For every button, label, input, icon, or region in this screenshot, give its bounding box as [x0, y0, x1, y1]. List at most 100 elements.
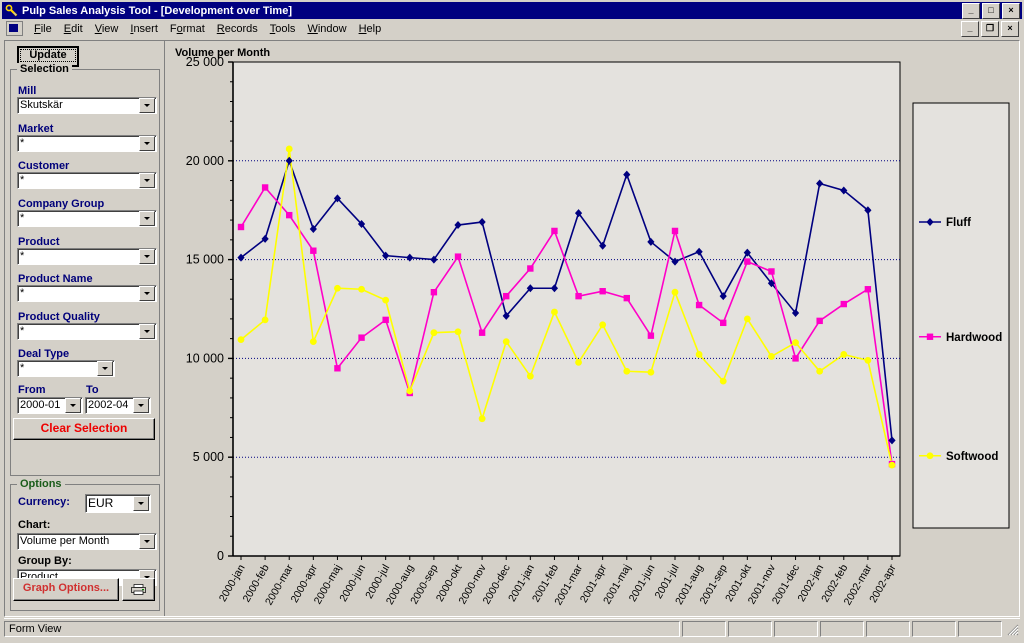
menu-bar: File Edit View Insert Format Records Too… [2, 19, 1022, 39]
chevron-down-icon[interactable] [139, 136, 155, 151]
menu-records[interactable]: Records [211, 21, 264, 37]
printer-icon [131, 584, 146, 595]
company-group-value: * [20, 212, 25, 224]
label-to: To [86, 384, 99, 396]
mdi-close-button[interactable]: × [1001, 20, 1019, 37]
label-from: From [18, 384, 46, 396]
status-pane-2 [728, 621, 772, 637]
menu-window[interactable]: Window [301, 21, 352, 37]
chevron-down-icon[interactable] [97, 361, 113, 376]
update-button-label: Update [20, 49, 76, 62]
window-title: Pulp Sales Analysis Tool - [Development … [22, 4, 292, 17]
chevron-down-icon[interactable] [139, 173, 155, 188]
chart-area: Volume per Month 05 000 10 000 15 000 20 00… [165, 41, 1019, 616]
company-group-combobox[interactable]: * [17, 210, 157, 227]
product-name-value: * [20, 287, 25, 299]
print-button[interactable] [122, 578, 155, 601]
svg-text:0: 0 [217, 549, 224, 563]
selection-panel: Update Selection Mill Skutskär Market * … [5, 41, 165, 616]
options-groupbox-title: Options [17, 478, 65, 490]
label-chart: Chart: [18, 519, 51, 531]
chevron-down-icon[interactable] [139, 98, 155, 113]
chevron-down-icon[interactable] [139, 324, 155, 339]
chevron-down-icon[interactable] [133, 398, 149, 413]
to-value: 2002-04 [88, 399, 129, 411]
svg-text:10 000: 10 000 [186, 351, 224, 365]
label-group-by: Group By: [18, 555, 72, 567]
status-pane-7 [958, 621, 1002, 637]
chevron-down-icon[interactable] [139, 211, 155, 226]
document-window-icon[interactable] [6, 21, 23, 36]
deal-type-combobox[interactable]: * [17, 360, 115, 377]
product-value: * [20, 250, 25, 262]
chart-combobox[interactable]: Volume per Month [17, 533, 157, 550]
chart-plot[interactable]: 05 00010 00015 00020 00025 0002000-jan20… [165, 41, 1019, 616]
application-window: Pulp Sales Analysis Tool - [Development … [0, 0, 1024, 643]
product-quality-combobox[interactable]: * [17, 323, 157, 340]
status-bar: Form View [4, 618, 1020, 639]
mdi-minimize-button[interactable]: _ [961, 20, 979, 37]
menu-edit[interactable]: Edit [58, 21, 89, 37]
product-name-combobox[interactable]: * [17, 285, 157, 302]
svg-text:25 000: 25 000 [186, 55, 224, 69]
customer-value: * [20, 174, 25, 186]
menu-help[interactable]: Help [353, 21, 388, 37]
mill-value: Skutskär [20, 99, 63, 111]
svg-text:Hardwood: Hardwood [946, 332, 1002, 344]
to-combobox[interactable]: 2002-04 [85, 397, 151, 414]
svg-text:20 000: 20 000 [186, 154, 224, 168]
mdi-window-controls: _ ❐ × [961, 20, 1022, 37]
svg-text:15 000: 15 000 [186, 253, 224, 267]
customer-combobox[interactable]: * [17, 172, 157, 189]
chart-value: Volume per Month [20, 535, 110, 547]
chevron-down-icon[interactable] [65, 398, 81, 413]
currency-combobox[interactable]: EUR [85, 494, 151, 513]
selection-groupbox-title: Selection [17, 63, 72, 75]
maximize-button[interactable]: □ [982, 2, 1000, 19]
minimize-button[interactable]: _ [962, 2, 980, 19]
window-controls: _ □ × [962, 2, 1020, 19]
graph-options-button[interactable]: Graph Options... [13, 578, 119, 601]
label-market: Market [18, 123, 54, 135]
chevron-down-icon[interactable] [133, 496, 149, 511]
chevron-down-icon[interactable] [139, 249, 155, 264]
product-quality-value: * [20, 325, 25, 337]
market-combobox[interactable]: * [17, 135, 157, 152]
label-company-group: Company Group [18, 198, 105, 210]
close-button[interactable]: × [1002, 2, 1020, 19]
status-pane-5 [866, 621, 910, 637]
currency-value: EUR [88, 497, 114, 510]
mdi-restore-button[interactable]: ❐ [981, 20, 999, 37]
status-pane-4 [820, 621, 864, 637]
status-pane-1 [682, 621, 726, 637]
mill-combobox[interactable]: Skutskär [17, 97, 157, 114]
menu-format[interactable]: Format [164, 21, 211, 37]
resize-grip[interactable] [1004, 621, 1020, 637]
title-bar: Pulp Sales Analysis Tool - [Development … [2, 2, 1022, 19]
from-combobox[interactable]: 2000-01 [17, 397, 83, 414]
menu-file[interactable]: File [28, 21, 58, 37]
status-pane-6 [912, 621, 956, 637]
label-product-name: Product Name [18, 273, 93, 285]
label-product-quality: Product Quality [18, 311, 100, 323]
svg-text:Softwood: Softwood [946, 451, 998, 463]
clear-selection-button[interactable]: Clear Selection [13, 418, 155, 440]
status-message: Form View [4, 621, 680, 637]
product-combobox[interactable]: * [17, 248, 157, 265]
from-value: 2000-01 [20, 399, 61, 411]
client-area: Update Selection Mill Skutskär Market * … [4, 40, 1020, 617]
label-product: Product [18, 236, 60, 248]
menu-view[interactable]: View [89, 21, 125, 37]
menu-insert[interactable]: Insert [124, 21, 164, 37]
svg-text:Fluff: Fluff [946, 217, 971, 229]
label-currency: Currency: [18, 496, 70, 508]
menu-tools[interactable]: Tools [264, 21, 302, 37]
chevron-down-icon[interactable] [139, 534, 155, 549]
status-pane-3 [774, 621, 818, 637]
label-deal-type: Deal Type [18, 348, 70, 360]
market-value: * [20, 137, 25, 149]
label-customer: Customer [18, 160, 70, 172]
app-icon [5, 4, 19, 18]
chevron-down-icon[interactable] [139, 286, 155, 301]
label-mill: Mill [18, 85, 37, 97]
